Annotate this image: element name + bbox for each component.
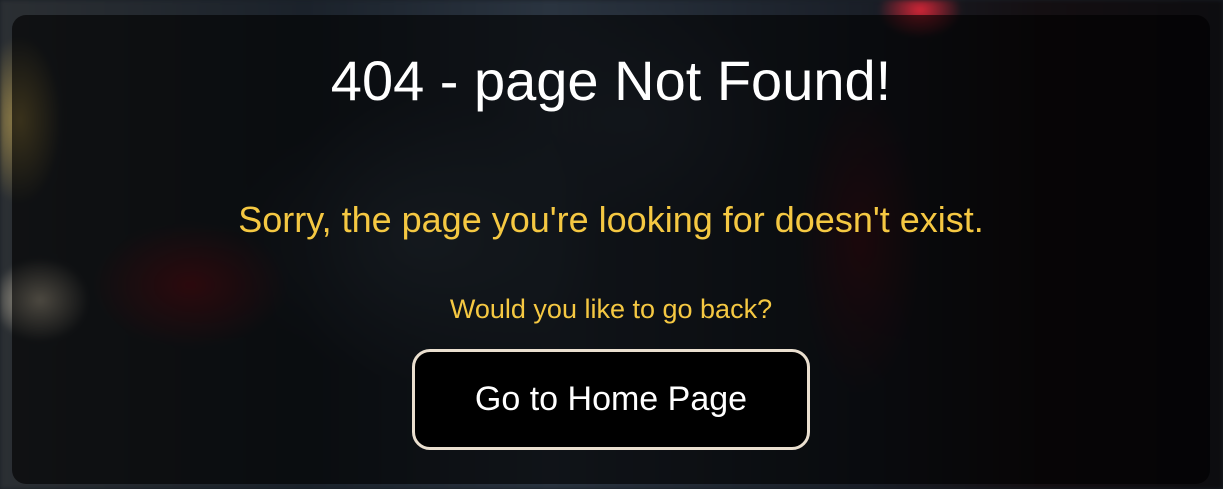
go-back-prompt: Would you like to go back?	[449, 294, 773, 324]
go-to-home-button[interactable]: Go to Home Page	[412, 349, 810, 450]
error-message: Sorry, the page you're looking for doesn…	[238, 199, 984, 240]
page-title: 404 - page Not Found!	[330, 49, 892, 112]
